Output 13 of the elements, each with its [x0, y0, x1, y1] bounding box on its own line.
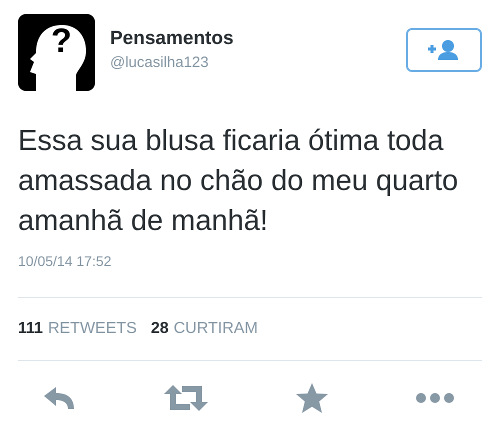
author-name: Pensamentos [110, 28, 235, 50]
retweet-icon[interactable] [164, 384, 208, 412]
head-silhouette-icon [18, 14, 95, 91]
question-mark: ? [51, 24, 72, 58]
timestamp: 10/05/14 17:52 [18, 253, 112, 269]
more-icon[interactable] [416, 393, 454, 403]
tweet-text: Essa sua blusa ficaria ótima toda amassada no chão do meu quarto amanhã de manhã! [18, 124, 460, 239]
follow-button[interactable] [406, 28, 482, 72]
reply-icon[interactable] [42, 385, 76, 411]
author-handle: @lucasilha123 [110, 54, 210, 71]
stat-count[interactable]: 28 [150, 320, 169, 338]
star-icon[interactable] [296, 383, 328, 413]
stat-count[interactable]: 111 [18, 320, 43, 338]
